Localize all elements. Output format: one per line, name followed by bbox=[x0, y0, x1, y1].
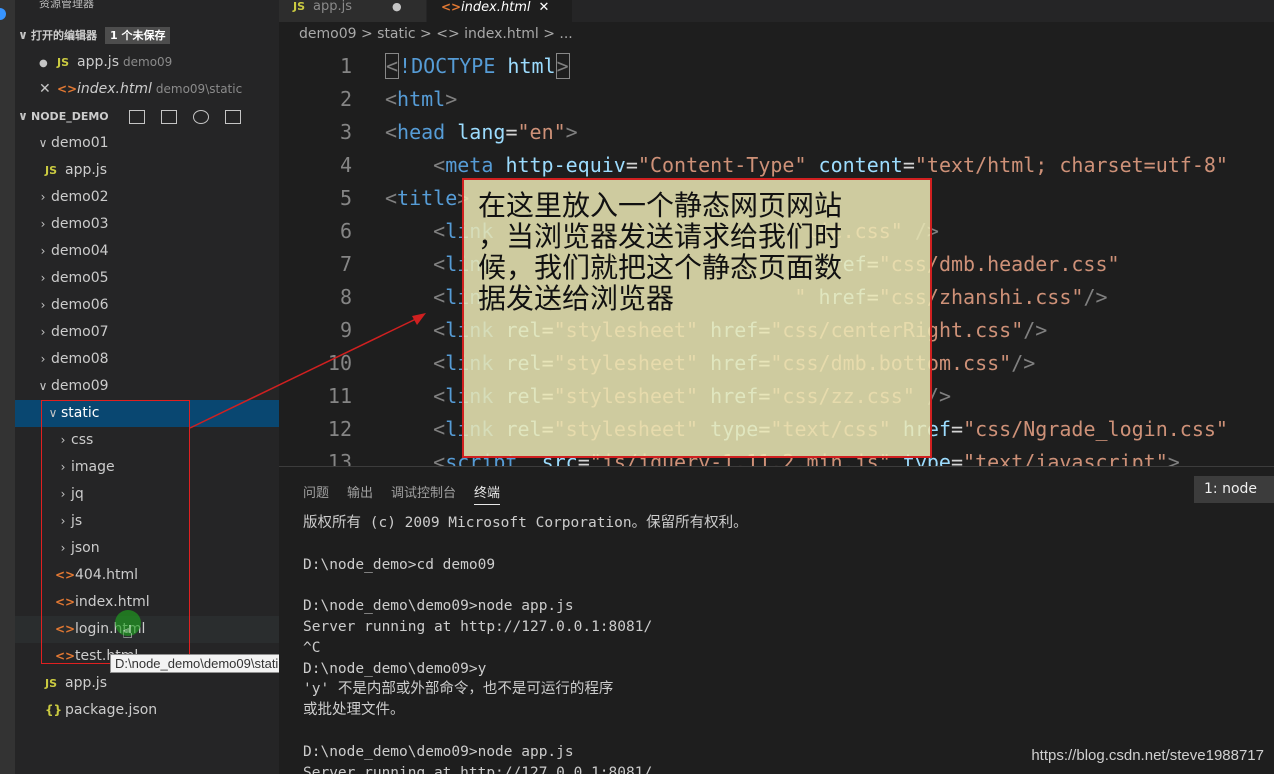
tab-output[interactable]: 输出 bbox=[347, 482, 373, 504]
annotation-note: 在这里放入一个静态网页网站 ，当浏览器发送请求给我们时 候，我们就把这个静态页面… bbox=[462, 178, 932, 458]
panel-tabs: 问题 输出 调试控制台 终端 bbox=[303, 482, 518, 505]
terminal-output[interactable]: 版权所有 (c) 2009 Microsoft Corporation。保留所有… bbox=[303, 513, 748, 774]
tab-problems[interactable]: 问题 bbox=[303, 482, 329, 504]
watermark: https://blog.csdn.net/steve1988717 bbox=[1031, 747, 1264, 764]
tab-debug-console[interactable]: 调试控制台 bbox=[391, 482, 456, 504]
tab-terminal[interactable]: 终端 bbox=[474, 482, 501, 505]
terminal-select[interactable]: 1: node bbox=[1194, 476, 1274, 503]
bottom-panel: 问题 输出 调试控制台 终端 1: node 版权所有 (c) 2009 Micros… bbox=[279, 466, 1274, 774]
